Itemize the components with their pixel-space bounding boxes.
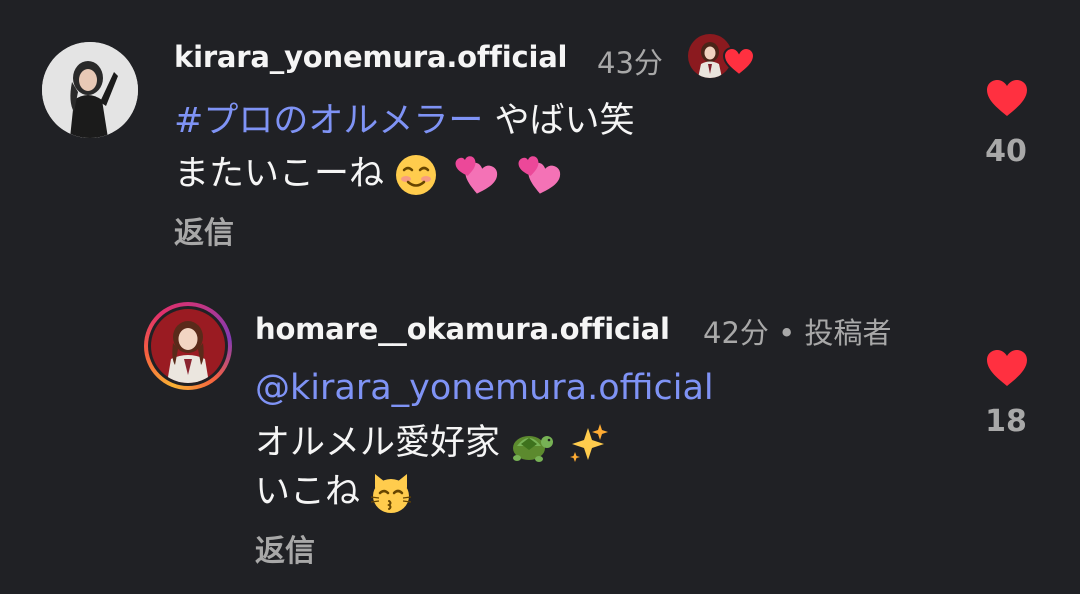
like-button[interactable] [985, 78, 1029, 118]
mention-link[interactable]: @kirara_yonemura.official [255, 368, 714, 408]
two-hearts-icon [518, 156, 561, 194]
comment-2: homare__okamura.official 42分 • 投稿者 @kira… [0, 270, 1080, 594]
like-button[interactable] [985, 348, 1029, 388]
reply-button[interactable]: 返信 [174, 208, 234, 252]
comment-text-line-3: いこね [255, 470, 415, 516]
comment-text-line-1: #プロのオルメラー やばい笑 [174, 104, 634, 139]
turtle-icon [513, 436, 554, 462]
username[interactable]: kirara_yonemura.official [174, 40, 568, 74]
reply-button[interactable]: 返信 [255, 526, 315, 570]
comment-text: またいこーね [174, 154, 385, 194]
avatar-image-icon [42, 42, 138, 138]
author-badge: 投稿者 [804, 316, 892, 350]
comment-text-line-2: またいこーね [174, 152, 565, 198]
like-count: 40 [985, 134, 1027, 169]
timestamp-and-author: 42分 • 投稿者 [703, 310, 891, 352]
comment-text: いこね [255, 472, 361, 512]
separator-dot: • [768, 316, 805, 350]
timestamp: 42分 [703, 316, 769, 350]
comment-text-line-1: @kirara_yonemura.official [255, 371, 714, 406]
comment-text: やばい笑 [483, 101, 635, 141]
comment-text-line-2: オルメル愛好家 [255, 422, 610, 466]
comment-text: オルメル愛好家 [255, 423, 501, 463]
story-ring[interactable] [144, 302, 232, 390]
like-count: 18 [985, 404, 1027, 439]
smiling-face-icon [396, 155, 437, 195]
sparkles-icon [570, 424, 609, 462]
kissing-cat-icon [371, 474, 412, 513]
avatar [151, 309, 225, 383]
heart-filled-icon [987, 350, 1027, 386]
timestamp: 43分 [597, 46, 663, 80]
heart-filled-icon [987, 80, 1027, 116]
heart-icon [722, 46, 756, 76]
avatar-image-icon [151, 309, 225, 383]
username[interactable]: homare__okamura.official [255, 312, 670, 346]
author-liked-badge [688, 34, 762, 82]
avatar[interactable] [42, 42, 138, 138]
hashtag-link[interactable]: #プロのオルメラー [174, 101, 483, 141]
comment-1: kirara_yonemura.official 43分 #プロのオルメラー や… [0, 0, 1080, 270]
two-hearts-icon [455, 156, 498, 194]
